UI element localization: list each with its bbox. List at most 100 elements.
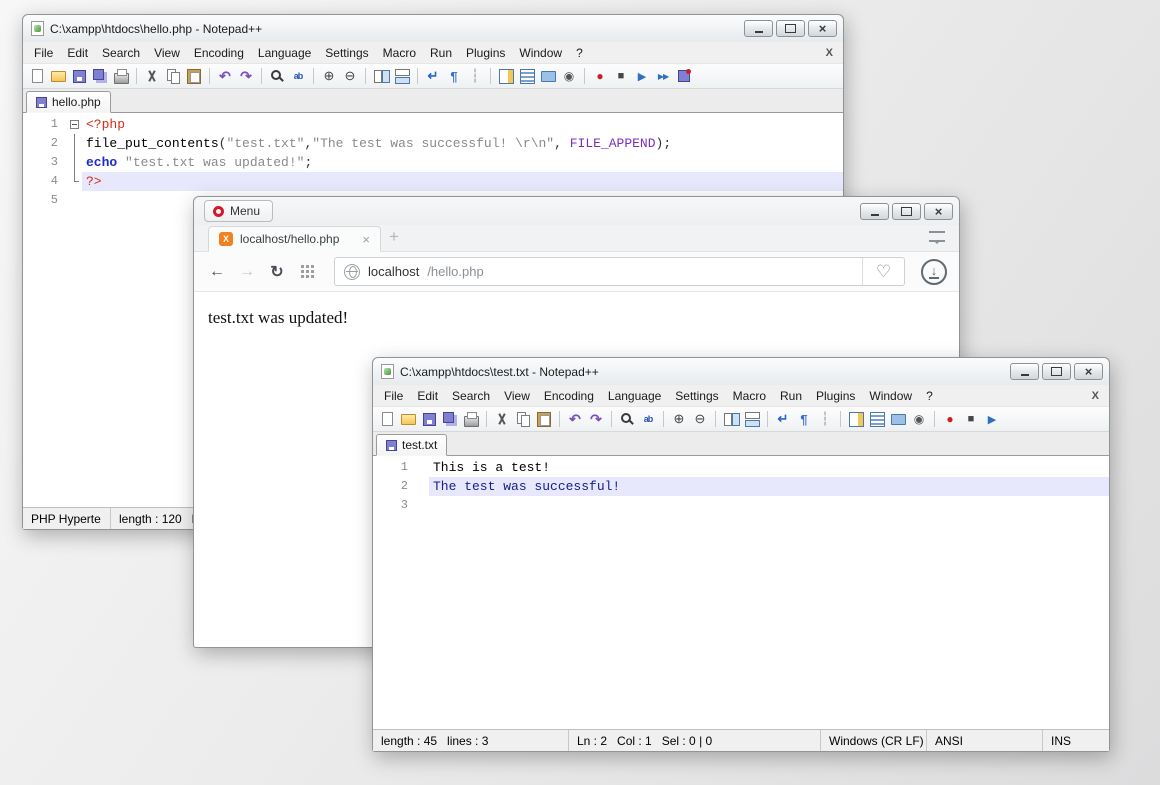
menu-language[interactable]: Language (601, 387, 668, 405)
show-all-characters-icon[interactable] (445, 67, 463, 85)
save-all-icon[interactable] (91, 67, 109, 85)
tab-hello-php[interactable]: hello.php (26, 91, 111, 113)
title-bar[interactable]: C:\xampp\htdocs\hello.php - Notepad++ (23, 15, 843, 42)
menu-plugins[interactable]: Plugins (809, 387, 862, 405)
save-icon[interactable] (70, 67, 88, 85)
word-wrap-icon[interactable] (774, 410, 792, 428)
paste-icon[interactable] (535, 410, 553, 428)
maximize-button[interactable] (892, 203, 921, 220)
new-tab-button[interactable]: + (381, 227, 407, 247)
menu-file[interactable]: File (377, 387, 410, 405)
menu-view[interactable]: View (497, 387, 537, 405)
copy-icon[interactable] (514, 410, 532, 428)
menu-search[interactable]: Search (95, 44, 147, 62)
menu-plugins[interactable]: Plugins (459, 44, 512, 62)
back-icon[interactable] (206, 261, 228, 283)
menu-window[interactable]: Window (512, 44, 569, 62)
record-macro-icon[interactable] (591, 67, 609, 85)
menu-view[interactable]: View (147, 44, 187, 62)
text-editor[interactable]: 1 2 3 This is a test! The test was succe… (373, 456, 1109, 729)
close-button[interactable] (808, 20, 837, 37)
close-button[interactable] (924, 203, 953, 220)
play-macro-icon[interactable] (983, 410, 1001, 428)
function-list-icon[interactable] (518, 67, 536, 85)
new-file-icon[interactable] (378, 410, 396, 428)
save-all-icon[interactable] (441, 410, 459, 428)
maximize-button[interactable] (776, 20, 805, 37)
indent-guide-icon[interactable] (816, 410, 834, 428)
indent-guide-icon[interactable] (466, 67, 484, 85)
reload-icon[interactable] (266, 261, 288, 283)
menu-language[interactable]: Language (251, 44, 318, 62)
sync-horizontal-scroll-icon[interactable] (743, 410, 761, 428)
menu-edit[interactable]: Edit (60, 44, 95, 62)
print-icon[interactable] (462, 410, 480, 428)
download-icon[interactable] (921, 259, 947, 285)
menu-settings[interactable]: Settings (668, 387, 725, 405)
replace-icon[interactable] (289, 67, 307, 85)
menu-window[interactable]: Window (862, 387, 919, 405)
minimize-button[interactable] (860, 203, 889, 220)
cut-icon[interactable] (493, 410, 511, 428)
run-macro-multiple-icon[interactable] (654, 67, 672, 85)
tab-localhost-hello-php[interactable]: localhost/hello.php × (208, 226, 381, 252)
menubar-close-button[interactable]: X (1086, 390, 1105, 402)
document-map-icon[interactable] (497, 67, 515, 85)
save-icon[interactable] (420, 410, 438, 428)
menu-edit[interactable]: Edit (410, 387, 445, 405)
stop-macro-icon[interactable] (612, 67, 630, 85)
close-button[interactable] (1074, 363, 1103, 380)
menu-run[interactable]: Run (773, 387, 809, 405)
show-all-characters-icon[interactable] (795, 410, 813, 428)
minimize-button[interactable] (1010, 363, 1039, 380)
menu-macro[interactable]: Macro (376, 44, 423, 62)
sync-vertical-scroll-icon[interactable] (722, 410, 740, 428)
redo-icon[interactable] (587, 410, 605, 428)
new-file-icon[interactable] (28, 67, 46, 85)
zoom-out-icon[interactable] (341, 67, 359, 85)
title-bar[interactable]: C:\xampp\htdocs\test.txt - Notepad++ (373, 358, 1109, 385)
redo-icon[interactable] (237, 67, 255, 85)
record-macro-icon[interactable] (941, 410, 959, 428)
menu-macro[interactable]: Macro (726, 387, 773, 405)
cut-icon[interactable] (143, 67, 161, 85)
print-icon[interactable] (112, 67, 130, 85)
fold-collapse-icon[interactable] (70, 120, 79, 129)
forward-icon[interactable] (236, 261, 258, 283)
open-folder-icon[interactable] (399, 410, 417, 428)
address-bar[interactable]: localhost /hello.php (334, 257, 905, 286)
file-browser-icon[interactable] (889, 410, 907, 428)
undo-icon[interactable] (566, 410, 584, 428)
menu-file[interactable]: File (27, 44, 60, 62)
menu-run[interactable]: Run (423, 44, 459, 62)
opera-title-bar[interactable]: Menu (194, 197, 959, 225)
play-macro-icon[interactable] (633, 67, 651, 85)
paste-icon[interactable] (185, 67, 203, 85)
menubar-close-button[interactable]: X (820, 47, 839, 59)
menu-encoding[interactable]: Encoding (537, 387, 601, 405)
open-folder-icon[interactable] (49, 67, 67, 85)
maximize-button[interactable] (1042, 363, 1071, 380)
menu-encoding[interactable]: Encoding (187, 44, 251, 62)
undo-icon[interactable] (216, 67, 234, 85)
sync-horizontal-scroll-icon[interactable] (393, 67, 411, 85)
copy-icon[interactable] (164, 67, 182, 85)
stop-macro-icon[interactable] (962, 410, 980, 428)
find-icon[interactable] (268, 67, 286, 85)
tab-close-icon[interactable]: × (362, 232, 370, 247)
function-list-icon[interactable] (868, 410, 886, 428)
monitoring-eye-icon[interactable] (560, 67, 578, 85)
zoom-in-icon[interactable] (320, 67, 338, 85)
sync-vertical-scroll-icon[interactable] (372, 67, 390, 85)
zoom-out-icon[interactable] (691, 410, 709, 428)
document-map-icon[interactable] (847, 410, 865, 428)
monitoring-eye-icon[interactable] (910, 410, 928, 428)
menu-search[interactable]: Search (445, 387, 497, 405)
zoom-in-icon[interactable] (670, 410, 688, 428)
replace-icon[interactable] (639, 410, 657, 428)
menu-help[interactable]: ? (569, 44, 590, 62)
bookmark-heart-icon[interactable] (862, 258, 904, 285)
tab-test-txt[interactable]: test.txt (376, 434, 447, 456)
minimize-button[interactable] (744, 20, 773, 37)
menu-settings[interactable]: Settings (318, 44, 375, 62)
